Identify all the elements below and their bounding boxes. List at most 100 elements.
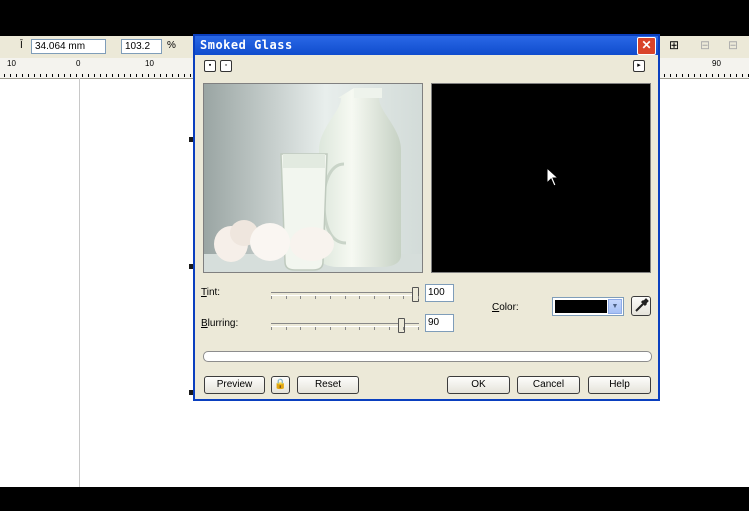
ruler-tick [28,74,29,77]
progress-bar [203,351,652,362]
dialog-titlebar[interactable]: Smoked Glass ✕ [195,36,658,55]
ruler-label: 90 [712,59,721,68]
ruler-tick [58,74,59,77]
expand-menu-icon[interactable]: ▸ [633,60,645,72]
slider-tick [403,296,404,299]
ruler-label: 0 [76,59,81,68]
ruler-tick [34,74,35,77]
ruler-tick [124,74,125,77]
ruler-tick [688,74,689,77]
slider-tick [271,296,272,299]
slider-tick [418,327,419,330]
smoked-glass-dialog: Smoked Glass ✕ ▪ ▫ ▸ Tint: 100 Blurring:… [193,34,660,401]
color-label: Color: [492,302,519,313]
slider-tick [345,296,346,299]
slider-tick [345,327,346,330]
ruler-tick [160,74,161,77]
group-icon[interactable]: ⊟ [700,38,710,52]
blurring-slider[interactable] [271,318,419,333]
ruler-tick [82,74,83,77]
ruler-tick [64,74,65,77]
scale-field[interactable]: 103.2 [121,39,162,54]
slider-tick [418,296,419,299]
ruler-tick [136,74,137,77]
scale-unit: % [167,40,176,51]
slider-tick [359,296,360,299]
object-height-field[interactable]: 34.064 mm [31,39,106,54]
ok-button[interactable]: OK [447,376,510,394]
original-preview-pane[interactable] [203,83,423,273]
slider-tick [330,296,331,299]
ruler-tick [718,74,719,77]
top-letterbox [0,0,749,36]
ruler-tick [16,74,17,77]
preview-button[interactable]: Preview [204,376,265,394]
slider-tick [403,327,404,330]
ruler-tick [190,74,191,77]
slider-tick [359,327,360,330]
color-swatch [555,300,607,313]
dialog-title: Smoked Glass [200,38,293,52]
slider-tick [300,296,301,299]
ruler-label: 10 [7,59,16,68]
mouse-cursor-icon [546,167,560,187]
ruler-tick [736,74,737,77]
preview-mode-before-after-icon[interactable]: ▪ [204,60,216,72]
ruler-tick [166,74,167,77]
ruler-tick [88,74,89,77]
result-preview-pane[interactable] [431,83,651,273]
cancel-button[interactable]: Cancel [517,376,580,394]
ruler-tick [52,74,53,77]
preview-mode-single-icon[interactable]: ▫ [220,60,232,72]
bottom-letterbox [0,487,749,511]
height-icon: Ī [20,40,23,51]
ruler-tick [154,74,155,77]
vertical-guideline[interactable] [79,78,80,487]
align-icon[interactable]: ⊞ [669,38,679,52]
ruler-tick [106,74,107,77]
ruler-label: 10 [145,59,154,68]
chevron-down-icon[interactable]: ▼ [608,299,622,314]
blurring-value-field[interactable]: 90 [425,314,454,332]
ruler-tick [184,74,185,77]
eyedropper-icon [635,298,649,312]
eyedropper-button[interactable] [631,296,651,316]
slider-tick [374,327,375,330]
slider-tick [315,327,316,330]
blurring-label: Blurring: [201,318,239,329]
ruler-tick [712,74,713,77]
ruler-tick [676,74,677,77]
ruler-tick [112,74,113,77]
slider-tick [389,296,390,299]
ruler-tick [694,74,695,77]
ruler-tick [40,74,41,77]
milk-bottle-and-eggs-image [204,84,422,272]
tint-slider-thumb[interactable] [412,287,419,302]
slider-tick [315,296,316,299]
slider-tick [286,296,287,299]
ruler-tick [172,74,173,77]
blurring-slider-thumb[interactable] [398,318,405,333]
ruler-tick [4,74,5,77]
reset-button[interactable]: Reset [297,376,359,394]
tint-value-field[interactable]: 100 [425,284,454,302]
close-icon[interactable]: ✕ [637,37,656,55]
ruler-tick [700,74,701,77]
slider-tick [271,327,272,330]
tint-label: Tint: [201,287,221,298]
slider-tick [374,296,375,299]
ruler-tick [94,74,95,77]
help-button[interactable]: Help [588,376,651,394]
ungroup-icon[interactable]: ⊟ [728,38,738,52]
lock-icon: 🔒 [274,379,287,390]
lock-preview-button[interactable]: 🔒 [271,376,290,394]
ruler-tick [70,74,71,77]
slider-tick [389,327,390,330]
ruler-tick [100,74,101,77]
ruler-tick [148,74,149,77]
ruler-tick [706,74,707,77]
slider-tick [300,327,301,330]
color-picker-dropdown[interactable]: ▼ [552,297,624,316]
ruler-tick [130,74,131,77]
tint-slider[interactable] [271,287,419,302]
